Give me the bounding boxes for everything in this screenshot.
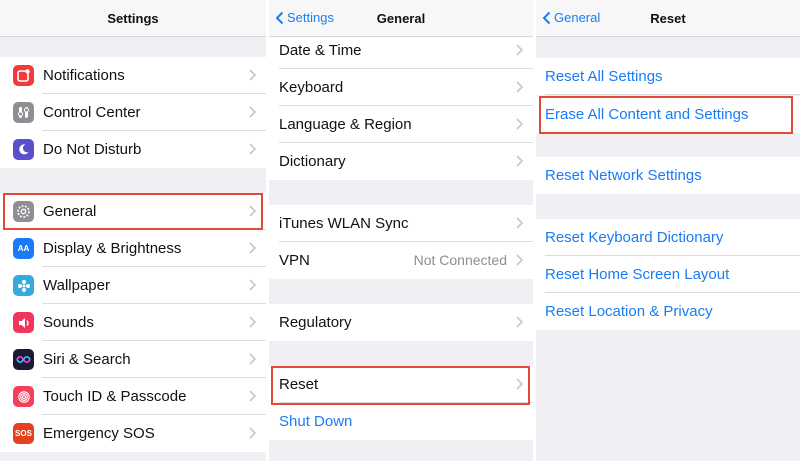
item-label: Reset Location & Privacy [545,303,713,320]
chevron-right-icon [516,155,523,167]
general-item-date-time[interactable]: Date & Time [269,32,533,69]
display-icon-text: AA [17,244,30,253]
chevron-right-icon [249,205,256,217]
sounds-icon [13,312,34,333]
chevron-right-icon [516,81,523,93]
settings-title: Settings [107,11,159,26]
general-navbar: Settings General [269,0,533,37]
chevron-right-icon [516,378,523,390]
screenshot-collage: Settings Notifications Control Center Do… [0,0,800,461]
moon-icon [13,139,34,160]
erase-all-content-button[interactable]: Erase All Content and Settings [536,96,800,133]
sos-icon: SOS [13,423,34,444]
chevron-right-icon [516,118,523,130]
settings-item-notifications[interactable]: Notifications [0,57,266,94]
siri-icon [13,349,34,370]
item-label: Reset Network Settings [545,167,702,184]
item-label: Language & Region [279,116,412,133]
chevron-right-icon [249,427,256,439]
vpn-status-value: Not Connected [413,252,507,268]
item-label: Regulatory [279,314,352,331]
chevron-right-icon [516,217,523,229]
control-center-icon [13,102,34,123]
item-label: Display & Brightness [43,240,182,257]
chevron-right-icon [249,242,256,254]
reset-keyboard-dictionary-button[interactable]: Reset Keyboard Dictionary [536,219,800,256]
chevron-right-icon [249,69,256,81]
item-label: Reset Keyboard Dictionary [545,229,724,246]
item-label: Emergency SOS [43,425,155,442]
item-label: Dictionary [279,153,346,170]
settings-item-control-center[interactable]: Control Center [0,94,266,131]
reset-panel: General Reset Reset All Settings Erase A… [536,0,800,461]
chevron-right-icon [249,390,256,402]
sos-icon-text: SOS [15,429,32,438]
reset-title: Reset [650,11,686,26]
reset-navbar: General Reset [536,0,800,37]
item-label: Reset [279,376,319,393]
chevron-right-icon [249,279,256,291]
chevron-right-icon [516,254,523,266]
display-brightness-icon: AA [13,238,34,259]
fingerprint-icon [13,386,34,407]
settings-item-wallpaper[interactable]: Wallpaper [0,267,266,304]
reset-network-settings-button[interactable]: Reset Network Settings [536,157,800,194]
item-label: Siri & Search [43,351,131,368]
settings-panel: Settings Notifications Control Center Do… [0,0,266,461]
chevron-right-icon [249,143,256,155]
item-label: Shut Down [279,413,353,430]
settings-item-general[interactable]: General [0,193,266,230]
item-label: Control Center [43,104,141,121]
chevron-right-icon [249,316,256,328]
item-label: Touch ID & Passcode [43,388,187,405]
general-item-reset[interactable]: Reset [269,366,533,403]
chevron-right-icon [516,316,523,328]
general-item-shut-down[interactable]: Shut Down [269,403,533,440]
item-label: iTunes WLAN Sync [279,215,409,232]
chevron-right-icon [249,106,256,118]
general-item-keyboard[interactable]: Keyboard [269,69,533,106]
item-label: Notifications [43,67,125,84]
settings-item-sounds[interactable]: Sounds [0,304,266,341]
chevron-right-icon [516,44,523,56]
reset-home-screen-layout-button[interactable]: Reset Home Screen Layout [536,256,800,293]
settings-item-do-not-disturb[interactable]: Do Not Disturb [0,131,266,168]
item-label: Wallpaper [43,277,110,294]
general-item-language-region[interactable]: Language & Region [269,106,533,143]
reset-location-privacy-button[interactable]: Reset Location & Privacy [536,293,800,330]
settings-item-emergency-sos[interactable]: SOS Emergency SOS [0,415,266,452]
item-label: General [43,203,97,220]
item-label: Keyboard [279,79,344,96]
item-label: Reset Home Screen Layout [545,266,730,283]
item-label: VPN [279,252,310,269]
item-label: Erase All Content and Settings [545,106,749,123]
item-label: Date & Time [279,42,362,59]
settings-item-siri-search[interactable]: Siri & Search [0,341,266,378]
item-label: Reset All Settings [545,68,663,85]
row-separator [545,94,800,95]
reset-all-settings-button[interactable]: Reset All Settings [536,58,800,95]
wallpaper-icon [13,275,34,296]
settings-navbar: Settings [0,0,266,37]
general-panel: Date & Time Keyboard Language & Region D… [269,0,533,461]
chevron-right-icon [249,353,256,365]
settings-item-touch-id-passcode[interactable]: Touch ID & Passcode [0,378,266,415]
general-item-itunes-wlan-sync[interactable]: iTunes WLAN Sync [269,205,533,242]
settings-item-display-brightness[interactable]: AA Display & Brightness [0,230,266,267]
general-item-dictionary[interactable]: Dictionary [269,143,533,180]
general-title: General [376,11,426,26]
notifications-icon [13,65,34,86]
general-item-regulatory[interactable]: Regulatory [269,304,533,341]
gear-icon [13,201,34,222]
general-item-vpn[interactable]: VPN Not Connected [269,242,533,279]
item-label: Do Not Disturb [43,141,142,158]
item-label: Sounds [43,314,94,331]
